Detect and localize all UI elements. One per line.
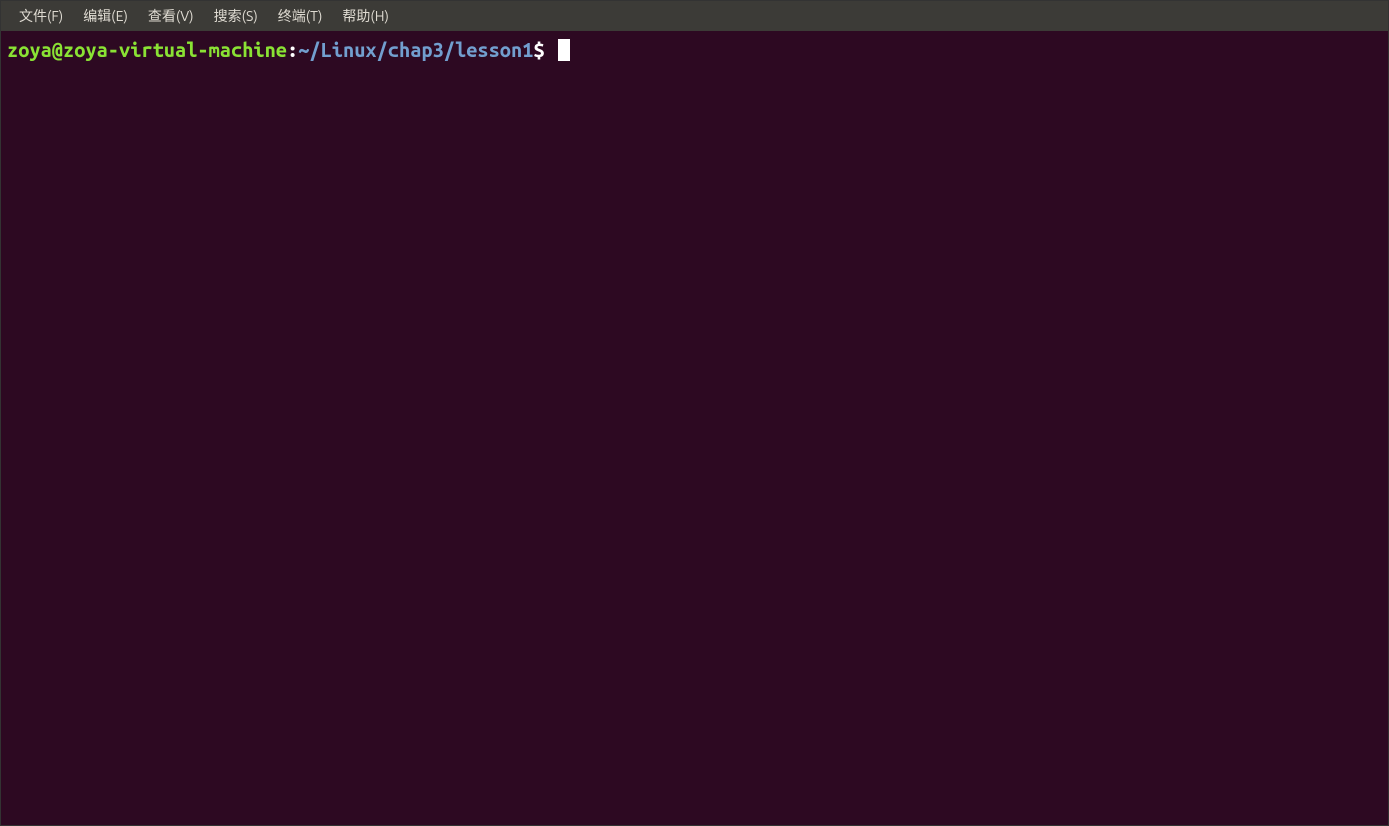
menubar: 文件(F) 编辑(E) 查看(V) 搜索(S) 终端(T) 帮助(H)	[1, 1, 1388, 31]
terminal-body[interactable]: zoya@zoya-virtual-machine:~/Linux/chap3/…	[1, 31, 1388, 825]
prompt-path: ~/Linux/chap3/lesson1	[298, 38, 533, 61]
menu-view[interactable]: 查看(V)	[138, 2, 204, 30]
cursor	[558, 39, 570, 61]
prompt-separator: :	[287, 38, 298, 61]
menu-edit[interactable]: 编辑(E)	[73, 2, 138, 30]
menu-help[interactable]: 帮助(H)	[332, 2, 399, 30]
menu-file[interactable]: 文件(F)	[9, 2, 73, 30]
menu-terminal[interactable]: 终端(T)	[268, 2, 333, 30]
prompt-symbol: $	[533, 38, 544, 61]
menu-search[interactable]: 搜索(S)	[204, 2, 268, 30]
prompt-user-host: zoya@zoya-virtual-machine	[7, 38, 287, 61]
